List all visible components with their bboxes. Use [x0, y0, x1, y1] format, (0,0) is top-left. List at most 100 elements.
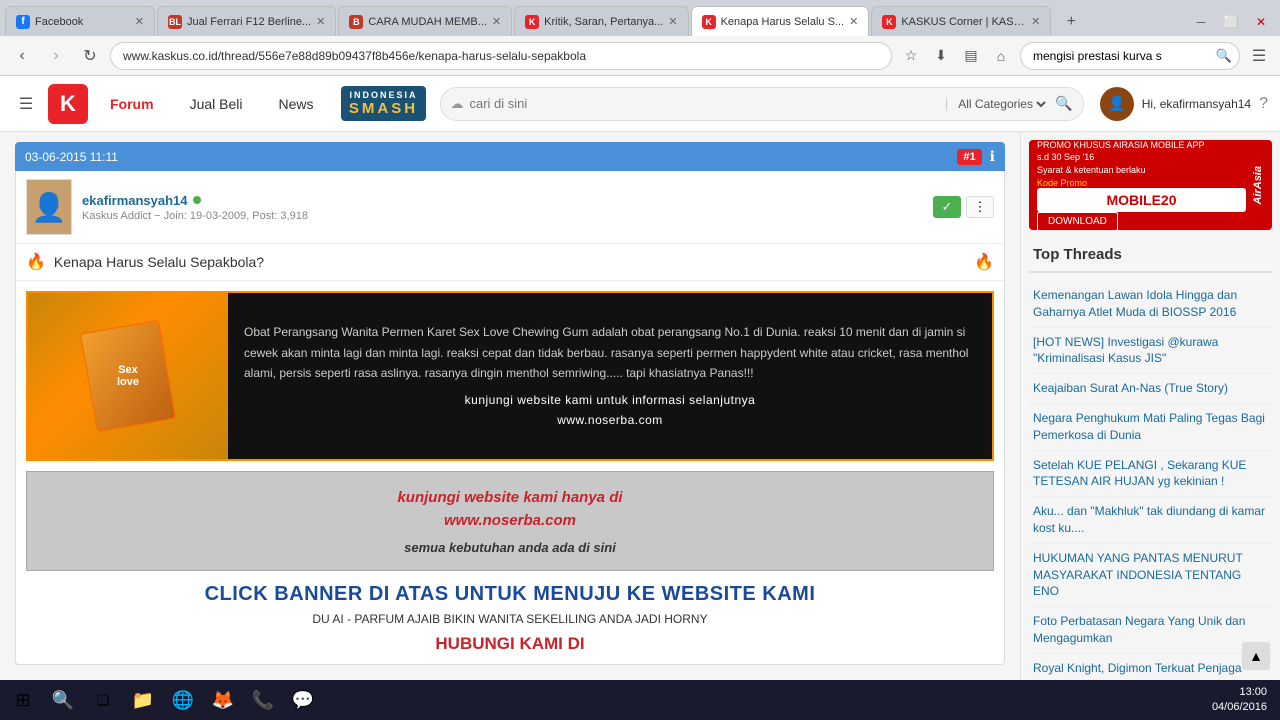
- bookmark-star-button[interactable]: ☆: [898, 43, 924, 69]
- search-wrap: 🔍: [1020, 42, 1240, 70]
- header-search-icon[interactable]: 🔍: [1055, 95, 1072, 112]
- airasia-logo-text: AirAsia: [1252, 166, 1264, 205]
- tab-facebook[interactable]: f Facebook ✕: [5, 6, 155, 36]
- browser-frame: f Facebook ✕ BL Jual Ferrari F12 Berline…: [0, 0, 1280, 680]
- browser-search-button[interactable]: 🔍: [1216, 48, 1232, 64]
- thread-item-1[interactable]: [HOT NEWS] Investigasi @kurawa "Kriminal…: [1029, 328, 1272, 375]
- close-button[interactable]: ✕: [1247, 8, 1275, 36]
- cloud-icon: ☁: [451, 96, 464, 112]
- address-icons: ☆ ⬇ ▤ ⌂: [898, 43, 1014, 69]
- messenger-button[interactable]: 💬: [285, 682, 321, 718]
- menu-button[interactable]: ☰: [1246, 43, 1272, 69]
- tab-ferrari[interactable]: BL Jual Ferrari F12 Berline... ✕: [157, 6, 336, 36]
- new-tab-button[interactable]: +: [1057, 8, 1085, 36]
- home-button[interactable]: ⌂: [988, 43, 1014, 69]
- minimize-button[interactable]: ─: [1187, 8, 1215, 36]
- taskbar: ⊞ 🔍 ❑ 📁 🌐 🦊 📞 💬 13:00 04/06/2016: [0, 680, 1280, 720]
- file-explorer-button[interactable]: 📁: [125, 682, 161, 718]
- taskbar-time: 13:00 04/06/2016: [1212, 685, 1275, 716]
- ad-visit-text: kunjungi website kami hanya di www.noser…: [37, 487, 983, 532]
- task-view-button[interactable]: ❑: [85, 682, 121, 718]
- site-logo: INDONESIA SMASH: [344, 86, 424, 122]
- address-bar-row: ‹ › ↻ ☆ ⬇ ▤ ⌂ 🔍 ☰: [0, 36, 1280, 76]
- tab-corner-title: KASKUS Corner | KASK...: [901, 16, 1026, 28]
- site-logo-text: SMASH: [349, 100, 418, 117]
- kaskus-logo[interactable]: K: [48, 84, 88, 124]
- ad-visit-url: www.noserba.com: [444, 512, 576, 529]
- ad-needs: semua kebutuhan anda ada di sini: [37, 540, 983, 555]
- task-view-icon: ❑: [97, 692, 110, 709]
- firefox-button[interactable]: 🦊: [205, 682, 241, 718]
- tab-corner-close[interactable]: ✕: [1031, 15, 1040, 28]
- address-input[interactable]: [110, 42, 892, 70]
- hamburger-menu[interactable]: ☰: [12, 90, 40, 118]
- ad-code-label: Kode Promo: [1037, 178, 1246, 188]
- help-icon[interactable]: ?: [1259, 95, 1268, 113]
- main-content: 03-06-2015 11:11 #1 ℹ 👤 ekaf: [0, 132, 1280, 680]
- username: ekafirmansyah14: [82, 193, 923, 208]
- thread-item-8[interactable]: Royal Knight, Digimon Terkuat Penjaga Du…: [1029, 654, 1272, 680]
- tab-kritik-close[interactable]: ✕: [668, 15, 677, 28]
- ad-download-button[interactable]: DOWNLOAD: [1037, 212, 1118, 230]
- flame-right-icon[interactable]: 🔥: [974, 254, 994, 271]
- header-user: 👤 Hi, ekafirmansyah14 ?: [1100, 87, 1268, 121]
- tab-cara[interactable]: B CARA MUDAH MEMB... ✕: [338, 6, 512, 36]
- thread-item-3[interactable]: Negara Penghukum Mati Paling Tegas Bagi …: [1029, 404, 1272, 451]
- sidebar-airasia-ad[interactable]: PROMO KHUSUS AIRASIA MOBILE APP s.d 30 S…: [1029, 140, 1272, 230]
- ad-promo-label: PROMO KHUSUS AIRASIA MOBILE APP: [1037, 140, 1205, 150]
- username-text[interactable]: ekafirmansyah14: [82, 193, 188, 208]
- back-button[interactable]: ‹: [8, 42, 36, 70]
- tab6-favicon: K: [882, 15, 896, 29]
- product-box: Sexlove: [80, 320, 176, 432]
- nav-forum[interactable]: Forum: [96, 88, 168, 120]
- post-info-icon[interactable]: ℹ: [990, 148, 995, 165]
- file-explorer-icon: 📁: [132, 690, 154, 711]
- thread-item-5[interactable]: Aku... dan "Makhluk" tak diundang di kam…: [1029, 497, 1272, 544]
- thread-action-right: 🔥: [974, 252, 994, 272]
- tab-cara-close[interactable]: ✕: [492, 15, 501, 28]
- forward-button[interactable]: ›: [42, 42, 70, 70]
- thread-item-4[interactable]: Setelah KUE PELANGI , Sekarang KUE TETES…: [1029, 451, 1272, 498]
- refresh-button[interactable]: ↻: [76, 42, 104, 70]
- phone-button[interactable]: 📞: [245, 682, 281, 718]
- post-number: #1: [957, 149, 981, 165]
- browser-search-input[interactable]: [1020, 42, 1240, 70]
- ad-gray-block: kunjungi website kami hanya di www.noser…: [26, 471, 994, 571]
- like-button[interactable]: ✓: [933, 196, 961, 218]
- browser-taskbar-button[interactable]: 🌐: [165, 682, 201, 718]
- start-button[interactable]: ⊞: [5, 682, 41, 718]
- nav-jualbeli[interactable]: Jual Beli: [176, 88, 257, 120]
- thread-item-6[interactable]: HUKUMAN YANG PANTAS MENURUT MASYARAKAT I…: [1029, 544, 1272, 607]
- tab-facebook-close[interactable]: ✕: [135, 15, 144, 28]
- tabs-row: f Facebook ✕ BL Jual Ferrari F12 Berline…: [0, 0, 1280, 36]
- site-search-input[interactable]: [470, 96, 939, 111]
- thread-item-0[interactable]: Kemenangan Lawan Idola Hingga dan Gaharn…: [1029, 281, 1272, 328]
- tab-kenapa[interactable]: K Kenapa Harus Selalu S... ✕: [691, 6, 870, 36]
- taskbar-search[interactable]: 🔍: [45, 682, 81, 718]
- ad-image-left: Sexlove: [28, 293, 228, 459]
- taskbar-date: 04/06/2016: [1212, 700, 1267, 715]
- pocket-button[interactable]: ⬇: [928, 43, 954, 69]
- tab-corner[interactable]: K KASKUS Corner | KASK... ✕: [871, 6, 1051, 36]
- reader-view-button[interactable]: ▤: [958, 43, 984, 69]
- ad-website-text: kunjungi website kami untuk informasi se…: [465, 393, 756, 407]
- tab-ferrari-close[interactable]: ✕: [316, 15, 325, 28]
- thread-item-2[interactable]: Keajaiban Surat An-Nas (True Story): [1029, 374, 1272, 404]
- thread-item-7[interactable]: Foto Perbatasan Negara Yang Unik dan Men…: [1029, 607, 1272, 654]
- user-detail: ekafirmansyah14 Kaskus Addict − Join: 19…: [82, 193, 923, 222]
- maximize-button[interactable]: ⬜: [1217, 8, 1245, 36]
- ad-airasia-promo-text: PROMO KHUSUS AIRASIA MOBILE APP s.d 30 S…: [1037, 140, 1246, 176]
- tab-kenapa-close[interactable]: ✕: [849, 15, 858, 28]
- ad-airasia-content: PROMO KHUSUS AIRASIA MOBILE APP s.d 30 S…: [1037, 140, 1246, 230]
- ad-website-cta: kunjungi website kami untuk informasi se…: [244, 391, 976, 429]
- categories-select[interactable]: All Categories: [954, 96, 1049, 112]
- ad-cta-text[interactable]: CLICK BANNER DI ATAS UNTUK MENUJU KE WEB…: [26, 583, 994, 606]
- ad-banner-image[interactable]: Sexlove Obat Perangsang Wanita Permen Ka…: [26, 291, 994, 461]
- nav-news[interactable]: News: [264, 88, 327, 120]
- tab5-favicon: K: [702, 15, 716, 29]
- search-divider: |: [945, 96, 948, 111]
- more-actions-button[interactable]: ⋮: [966, 196, 994, 218]
- tab-kritik[interactable]: K Kritik, Saran, Pertanya... ✕: [514, 6, 688, 36]
- scroll-up-button[interactable]: ▲: [1242, 642, 1270, 670]
- ad-parfum-text: DU AI - PARFUM AJAIB BIKIN WANITA SEKELI…: [26, 612, 994, 626]
